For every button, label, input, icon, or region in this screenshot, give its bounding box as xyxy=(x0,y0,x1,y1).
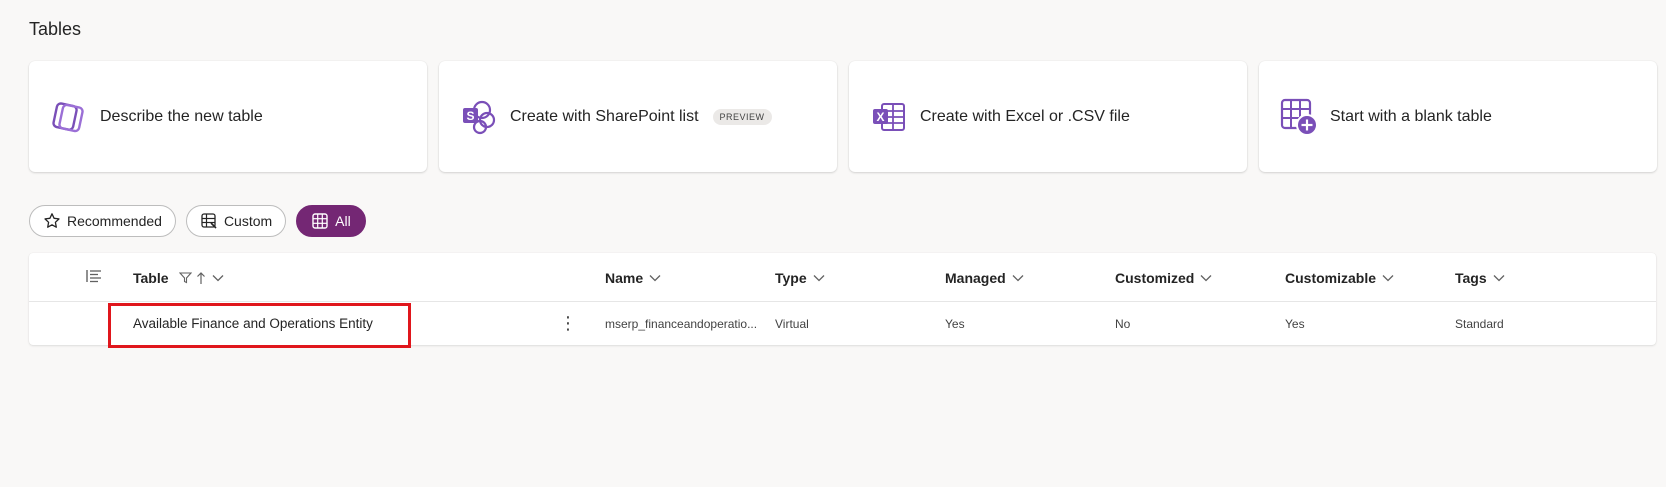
chevron-down-icon xyxy=(212,274,224,282)
cell-customizable: Yes xyxy=(1285,316,1305,331)
chevron-down-icon xyxy=(1382,274,1394,282)
excel-icon: X xyxy=(868,96,910,138)
custom-table-icon xyxy=(200,212,218,230)
column-header-customized[interactable]: Customized xyxy=(1115,253,1212,302)
sharepoint-list-card[interactable]: S Create with SharePoint list PREVIEW xyxy=(439,61,837,172)
cell-tags: Standard xyxy=(1455,316,1504,331)
chevron-down-icon xyxy=(1200,274,1212,282)
sharepoint-icon: S xyxy=(458,96,500,138)
column-options-button[interactable] xyxy=(86,253,102,302)
grid-icon xyxy=(311,212,329,230)
more-options-icon[interactable]: ⋮ xyxy=(558,302,578,345)
describe-table-card[interactable]: Describe the new table xyxy=(29,61,427,172)
filter-label: Recommended xyxy=(67,213,162,229)
column-label: Customizable xyxy=(1285,269,1377,286)
star-icon xyxy=(43,212,61,230)
chevron-down-icon xyxy=(1012,274,1024,282)
svg-text:S: S xyxy=(466,109,474,123)
filter-custom[interactable]: Custom xyxy=(185,205,287,237)
cell-customized: No xyxy=(1115,316,1131,331)
cell-logical-name: mserp_financeandoperatio... xyxy=(605,316,758,331)
create-options: Describe the new table S Create with Sha… xyxy=(29,61,1657,172)
cell-table-name[interactable]: Available Finance and Operations Entity xyxy=(133,302,373,345)
column-header-managed[interactable]: Managed xyxy=(945,253,1024,302)
column-label: Table xyxy=(133,269,169,286)
filter-label: Custom xyxy=(223,213,273,229)
column-header-customizable[interactable]: Customizable xyxy=(1285,253,1394,302)
chevron-down-icon xyxy=(813,274,825,282)
column-list-icon xyxy=(86,268,102,287)
column-label: Name xyxy=(605,269,644,286)
filter-label: All xyxy=(335,213,351,229)
excel-csv-card[interactable]: X Create with Excel or .CSV file xyxy=(849,61,1247,172)
cell-managed: Yes xyxy=(945,316,965,331)
column-header-tags[interactable]: Tags xyxy=(1455,253,1505,302)
card-label: Start with a blank table xyxy=(1330,107,1492,125)
filter-all[interactable]: All xyxy=(296,205,366,237)
table-filter-pills: Recommended Custom All xyxy=(29,205,366,237)
blank-table-add-icon xyxy=(1278,96,1320,138)
chevron-down-icon xyxy=(1493,274,1505,282)
grid-header: Table Name Type Managed Customized Custo… xyxy=(29,253,1656,302)
page-title: Tables xyxy=(29,19,82,39)
column-header-name[interactable]: Name xyxy=(605,253,661,302)
blank-table-card[interactable]: Start with a blank table xyxy=(1259,61,1657,172)
preview-badge: PREVIEW xyxy=(712,108,772,125)
table-row[interactable]: Available Finance and Operations Entity … xyxy=(29,302,1656,345)
filter-icon xyxy=(178,271,192,284)
copilot-icon xyxy=(48,96,90,138)
svg-text:X: X xyxy=(876,110,884,124)
sort-ascending-icon xyxy=(196,271,206,285)
column-label: Customized xyxy=(1115,269,1195,286)
card-label: Create with SharePoint list xyxy=(510,107,699,125)
column-header-table[interactable]: Table xyxy=(133,253,224,302)
card-label: Create with Excel or .CSV file xyxy=(920,107,1130,125)
tables-grid: Table Name Type Managed Customized Custo… xyxy=(29,253,1656,345)
column-header-type[interactable]: Type xyxy=(775,253,825,302)
card-label: Describe the new table xyxy=(100,107,263,125)
cell-type: Virtual xyxy=(775,316,809,331)
filter-recommended[interactable]: Recommended xyxy=(29,205,176,237)
column-label: Type xyxy=(775,269,807,286)
column-label: Tags xyxy=(1455,269,1487,286)
column-label: Managed xyxy=(945,269,1006,286)
chevron-down-icon xyxy=(649,274,661,282)
